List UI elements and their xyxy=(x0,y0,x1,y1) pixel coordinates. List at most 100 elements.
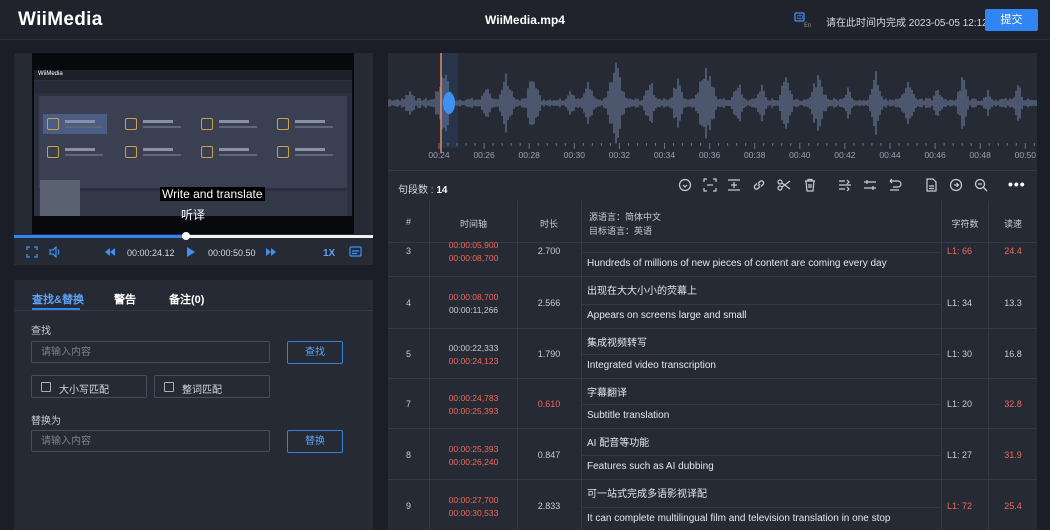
header-number: # xyxy=(405,217,411,227)
source-text[interactable]: 字幕翻译 xyxy=(587,384,939,399)
duration: 0.847 xyxy=(537,450,561,460)
link-icon[interactable] xyxy=(752,178,766,192)
replace-input[interactable] xyxy=(31,430,270,452)
next-icon[interactable] xyxy=(949,178,963,192)
time-tick-label: 00:32 xyxy=(609,150,631,160)
subtitle-english: Write and translate xyxy=(160,187,265,201)
row-number: 9 xyxy=(405,501,411,511)
time-tick-label: 00:40 xyxy=(789,150,811,160)
target-text[interactable]: Subtitle translation xyxy=(587,410,939,421)
whole-word-checkbox[interactable]: 整词匹配 xyxy=(154,375,270,398)
rotate-icon[interactable] xyxy=(678,178,692,192)
end-time[interactable]: 00:00:11,266 xyxy=(430,305,517,315)
progress-bar[interactable] xyxy=(14,232,373,240)
progress-handle[interactable] xyxy=(182,232,191,240)
start-time[interactable]: 00:00:25,393 xyxy=(430,444,517,454)
target-text[interactable]: Features such as AI dubbing xyxy=(587,461,939,472)
time-tick-label: 00:34 xyxy=(654,150,676,160)
time-tick-label: 00:28 xyxy=(519,150,541,160)
submit-button[interactable]: 提交 xyxy=(985,9,1038,31)
time-tick-label: 00:44 xyxy=(879,150,901,160)
scissors-icon[interactable] xyxy=(777,178,791,192)
end-time[interactable]: 00:00:08,700 xyxy=(430,253,517,263)
row-number: 4 xyxy=(405,298,411,308)
target-text[interactable]: Integrated video transcription xyxy=(587,360,939,371)
source-language[interactable]: 源语言：简体中文 xyxy=(589,210,661,224)
table-row[interactable]: 3 00:00:05,900 00:00:08,700 2.700 Hundreds o… xyxy=(388,240,1037,277)
start-time[interactable]: 00:00:22,333 xyxy=(430,343,517,353)
app-logo: WiiMedia xyxy=(18,9,103,30)
total-time: 00:00:50.50 xyxy=(208,248,256,258)
row-number: 5 xyxy=(405,349,411,359)
undo-icon[interactable] xyxy=(888,178,902,192)
thumbnail-logo: WiiMedia xyxy=(38,71,63,77)
table-row[interactable]: 8 00:00:25,393 00:00:26,240 0.847 AI 配音等功能 Fe… xyxy=(388,429,1037,480)
source-text[interactable]: 集成视频转写 xyxy=(587,334,939,349)
scan-icon[interactable] xyxy=(703,178,717,192)
target-language[interactable]: 目标语言：英语 xyxy=(589,224,661,238)
time-tick-label: 00:48 xyxy=(970,150,992,160)
rewind-icon[interactable] xyxy=(104,246,116,260)
reading-speed: 25.4 xyxy=(1004,501,1022,511)
align-icon[interactable] xyxy=(863,178,877,192)
document-icon[interactable] xyxy=(924,178,938,192)
tab-find-replace[interactable]: 查找&替换 xyxy=(32,291,84,307)
table-row[interactable]: 9 00:00:27,700 00:00:30,533 2.833 可一站式完成多语影视… xyxy=(388,480,1037,530)
tab-notes[interactable]: 备注(0) xyxy=(169,291,204,307)
waveform[interactable]: 00:24 00:26 00:28 00:30 00:32 00:34 00:36 00:38… xyxy=(388,53,1037,170)
tab-warnings[interactable]: 警告 xyxy=(114,291,136,307)
duration: 0.610 xyxy=(537,399,561,409)
merge-up-icon[interactable] xyxy=(838,178,852,192)
end-time[interactable]: 00:00:26,240 xyxy=(430,457,517,467)
svg-text:中: 中 xyxy=(797,13,804,22)
target-text[interactable]: Appears on screens large and small xyxy=(587,310,939,321)
top-bar: WiiMedia WiiMedia.mp4 中 En 请在此时间内完成 2023… xyxy=(0,0,1050,40)
start-time[interactable]: 00:00:27,700 xyxy=(430,495,517,505)
char-count: L1: 34 xyxy=(947,298,973,308)
target-text[interactable]: Hundreds of millions of new pieces of co… xyxy=(587,258,939,269)
time-tick-label: 00:24 xyxy=(428,150,450,160)
end-time[interactable]: 00:00:25,393 xyxy=(430,406,517,416)
char-count: L1: 72 xyxy=(947,501,973,511)
end-time[interactable]: 00:00:30,533 xyxy=(430,508,517,518)
current-time: 00:00:24.12 xyxy=(127,248,175,258)
split-icon[interactable] xyxy=(727,178,741,192)
start-time[interactable]: 00:00:08,700 xyxy=(430,292,517,302)
translate-icon[interactable]: 中 En xyxy=(794,12,812,29)
table-header: # 时间轴 时长 源语言：简体中文 目标语言：英语 字符数 读速 xyxy=(388,201,1037,243)
table-row[interactable]: 4 00:00:08,700 00:00:11,266 2.566 出现在大大小小的荧幕… xyxy=(388,277,1037,329)
video-frame[interactable]: WiiMedia Write and translate 听译 xyxy=(32,53,354,234)
replace-button[interactable]: 替换 xyxy=(287,430,343,453)
volume-icon[interactable] xyxy=(49,246,62,260)
fast-forward-icon[interactable] xyxy=(265,246,277,260)
start-time[interactable]: 00:00:24,783 xyxy=(430,393,517,403)
duration: 1.790 xyxy=(537,349,561,359)
playback-speed[interactable]: 1X xyxy=(323,248,335,259)
header-timeline: 时间轴 xyxy=(459,219,487,229)
source-text[interactable]: 出现在大大小小的荧幕上 xyxy=(587,282,939,297)
table-row[interactable]: 7 00:00:24,783 00:00:25,393 0.610 字幕翻译 Subtit… xyxy=(388,379,1037,429)
source-text[interactable]: AI 配音等功能 xyxy=(587,434,939,449)
table-row[interactable]: 5 00:00:22,333 00:00:24,123 1.790 集成视频转写 Inte… xyxy=(388,329,1037,379)
waveform-panel[interactable]: 00:24 00:26 00:28 00:30 00:32 00:34 00:36 00:38… xyxy=(388,53,1037,170)
play-icon[interactable] xyxy=(186,246,196,260)
subtitle-icon[interactable] xyxy=(349,246,362,260)
fullscreen-icon[interactable] xyxy=(26,246,38,260)
header-languages: 源语言：简体中文 目标语言：英语 xyxy=(589,210,661,238)
target-text[interactable]: It can complete multilingual film and te… xyxy=(587,513,939,524)
end-time[interactable]: 00:00:24,123 xyxy=(430,356,517,366)
search-icon[interactable] xyxy=(974,178,988,192)
trash-icon[interactable] xyxy=(803,178,817,192)
segment-count: 句段数 : 14 xyxy=(398,185,448,196)
source-text[interactable]: 可一站式完成多语影视译配 xyxy=(587,485,939,500)
find-button[interactable]: 查找 xyxy=(287,341,343,364)
start-time[interactable]: 00:00:05,900 xyxy=(430,240,517,250)
duration: 2.833 xyxy=(537,501,561,511)
row-number: 8 xyxy=(405,450,411,460)
more-icon[interactable]: ••• xyxy=(1008,176,1026,192)
match-case-checkbox[interactable]: 大小写匹配 xyxy=(31,375,147,398)
char-count: L1: 66 xyxy=(947,246,973,256)
editor-toolbar: 句段数 : 14 ••• xyxy=(388,170,1037,201)
time-tick-label: 00:42 xyxy=(834,150,856,160)
find-input[interactable] xyxy=(31,341,270,363)
